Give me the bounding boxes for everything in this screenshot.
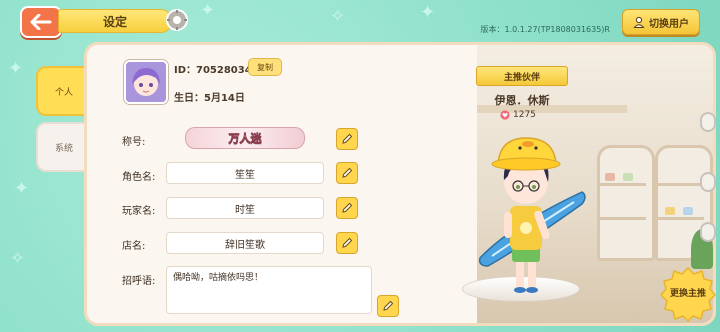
edit-shop-name-button[interactable] — [336, 232, 358, 254]
sparkle-decoration: ✧ — [10, 248, 26, 269]
title-label: 称号: — [122, 137, 146, 148]
switch-user-label: 切换用户 — [649, 18, 689, 30]
binder-ring — [700, 222, 716, 242]
shelf-board — [658, 183, 704, 186]
page-title: 设定 — [58, 9, 172, 33]
pencil-icon — [383, 300, 394, 311]
pencil-icon — [342, 202, 353, 213]
shop-name-field[interactable]: 辞旧笙歌 — [166, 232, 324, 254]
birthday: 生日：5月14日 — [174, 93, 245, 104]
binder-ring — [700, 172, 716, 192]
pencil-icon — [342, 133, 353, 144]
pencil-icon — [342, 237, 353, 248]
shelf-decoration — [597, 145, 655, 261]
sparkle-decoration: ✦ — [14, 178, 30, 199]
sparkle-decoration: ✦ — [8, 58, 24, 79]
version-label: 版本：1.0.1.27(TP1808031635)R — [480, 25, 611, 34]
jar-decoration — [683, 207, 693, 215]
shelf-board — [600, 217, 646, 220]
pencil-icon — [342, 167, 353, 178]
greeting-label: 招呼语: — [122, 276, 156, 287]
role-name-field[interactable]: 笙笙 — [166, 162, 324, 184]
affinity-value: 1275 — [513, 110, 536, 120]
edit-title-button[interactable] — [336, 128, 358, 150]
jar-decoration — [665, 207, 675, 215]
edit-role-name-button[interactable] — [336, 162, 358, 184]
title-value: 万人迷 — [228, 132, 262, 146]
shelf-board — [658, 217, 704, 220]
jar-decoration — [623, 173, 633, 181]
player-name-field[interactable]: 时笙 — [166, 197, 324, 219]
title-badge: 万人迷 — [185, 127, 305, 149]
jar-decoration — [605, 173, 615, 181]
back-arrow-icon — [30, 14, 52, 30]
sparkle-decoration: ✧ — [330, 6, 346, 27]
role-name-label: 角色名: — [122, 172, 156, 183]
gear-icon — [166, 9, 188, 31]
edit-greeting-button[interactable] — [377, 295, 399, 317]
partner-ribbon: 主推伙伴 — [476, 66, 568, 86]
user-id: ID：70528034 — [174, 65, 252, 76]
partner-character[interactable] — [470, 130, 590, 310]
avatar-portrait-icon — [126, 62, 166, 102]
edit-player-name-button[interactable] — [336, 197, 358, 219]
switch-user-button[interactable]: 切换用户 — [622, 9, 700, 35]
sparkle-decoration: ✦ — [200, 0, 216, 21]
heart-icon — [500, 110, 510, 120]
affinity-counter: 1275 — [500, 110, 536, 120]
copy-button[interactable]: 复制 — [248, 58, 282, 76]
shelf-board — [600, 183, 646, 186]
binder-ring — [700, 112, 716, 132]
partner-name: 伊恩．休斯 — [494, 94, 550, 107]
user-icon — [633, 16, 645, 28]
shop-name-label: 店名: — [122, 241, 146, 252]
change-partner-label: 更换主推 — [669, 289, 706, 299]
avatar[interactable] — [124, 60, 168, 104]
greeting-field[interactable]: 偶哈呦，咕摘依吗思！ — [166, 266, 372, 314]
sparkle-decoration: ✦ — [420, 2, 436, 23]
player-name-label: 玩家名: — [122, 206, 156, 217]
back-button[interactable] — [20, 6, 62, 38]
